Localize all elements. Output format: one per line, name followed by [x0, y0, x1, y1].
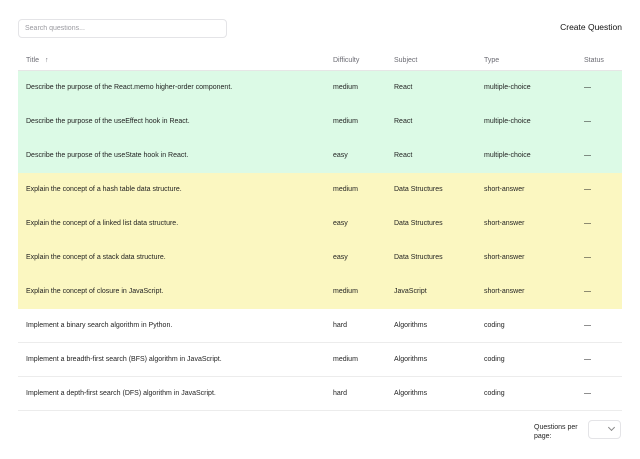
row-subject: Algorithms: [394, 390, 428, 397]
table-row[interactable]: Explain the concept of a hash table data…: [18, 173, 622, 207]
row-type: coding: [484, 356, 505, 363]
row-subject: React: [394, 84, 413, 91]
row-title: Implement a binary search algorithm in P…: [26, 322, 173, 329]
row-type: coding: [484, 390, 505, 397]
row-subject: Data Structures: [394, 254, 443, 261]
chevron-down-icon: [607, 423, 616, 432]
arrow-up-icon[interactable]: ↑: [45, 57, 49, 64]
questions-per-page-select[interactable]: [588, 420, 621, 439]
table-body: Describe the purpose of the React.memo h…: [18, 71, 622, 411]
row-title: Describe the purpose of the useEffect ho…: [26, 118, 190, 125]
column-header-type[interactable]: Type: [484, 57, 572, 64]
table-row[interactable]: Explain the concept of closure in JavaSc…: [18, 275, 622, 309]
row-status: —: [584, 186, 591, 193]
row-type: short-answer: [484, 288, 525, 295]
row-status: —: [584, 390, 591, 397]
table-row[interactable]: Describe the purpose of the useState hoo…: [18, 139, 622, 173]
column-header-title-label: Title: [26, 57, 39, 64]
row-type: short-answer: [484, 186, 525, 193]
table-row[interactable]: Explain the concept of a stack data stru…: [18, 241, 622, 275]
row-title: Describe the purpose of the useState hoo…: [26, 152, 189, 159]
column-header-subject[interactable]: Subject: [394, 57, 484, 64]
row-status: —: [584, 220, 591, 227]
create-question-button[interactable]: Create Question: [560, 22, 622, 32]
row-status: —: [584, 152, 591, 159]
row-status: —: [584, 288, 591, 295]
questions-table: Title ↑ Difficulty Subject Type Status De…: [18, 51, 622, 411]
column-header-status[interactable]: Status: [572, 57, 622, 64]
row-difficulty: easy: [333, 152, 348, 159]
row-status: —: [584, 118, 591, 125]
row-difficulty: easy: [333, 220, 348, 227]
row-difficulty: medium: [333, 118, 358, 125]
row-subject: JavaScript: [394, 288, 427, 295]
row-type: short-answer: [484, 220, 525, 227]
table-header: Title ↑ Difficulty Subject Type Status: [18, 51, 622, 71]
row-status: —: [584, 322, 591, 329]
row-status: —: [584, 356, 591, 363]
row-difficulty: hard: [333, 322, 348, 329]
row-type: multiple-choice: [484, 152, 531, 159]
row-type: short-answer: [484, 254, 525, 261]
row-subject: Algorithms: [394, 356, 428, 363]
row-subject: Data Structures: [394, 186, 443, 193]
row-subject: React: [394, 118, 413, 125]
questions-page: Create Question Title ↑ Difficulty Subjec…: [0, 0, 640, 459]
column-header-difficulty[interactable]: Difficulty: [333, 57, 394, 64]
row-difficulty: hard: [333, 390, 348, 397]
row-status: —: [584, 254, 591, 261]
row-subject: Algorithms: [394, 322, 428, 329]
table-row[interactable]: Implement a breadth-first search (BFS) a…: [18, 343, 622, 377]
row-title: Implement a breadth-first search (BFS) a…: [26, 356, 222, 363]
row-type: coding: [484, 322, 505, 329]
row-title: Explain the concept of a hash table data…: [26, 186, 182, 193]
row-title: Implement a depth-first search (DFS) alg…: [26, 390, 216, 397]
row-type: multiple-choice: [484, 84, 531, 91]
row-title: Explain the concept of closure in JavaSc…: [26, 288, 164, 295]
table-row[interactable]: Implement a binary search algorithm in P…: [18, 309, 622, 343]
row-status: —: [584, 84, 591, 91]
search-input[interactable]: [18, 19, 227, 38]
column-header-title[interactable]: Title ↑: [18, 57, 333, 64]
questions-per-page-label: Questions per page:: [534, 424, 578, 440]
row-title: Explain the concept of a linked list dat…: [26, 220, 179, 227]
row-title: Explain the concept of a stack data stru…: [26, 254, 166, 261]
row-difficulty: medium: [333, 356, 358, 363]
table-row[interactable]: Implement a depth-first search (DFS) alg…: [18, 377, 622, 411]
row-subject: React: [394, 152, 413, 159]
row-subject: Data Structures: [394, 220, 443, 227]
row-difficulty: easy: [333, 254, 348, 261]
table-row[interactable]: Describe the purpose of the useEffect ho…: [18, 105, 622, 139]
table-row[interactable]: Explain the concept of a linked list dat…: [18, 207, 622, 241]
row-type: multiple-choice: [484, 118, 531, 125]
row-difficulty: medium: [333, 288, 358, 295]
row-difficulty: medium: [333, 84, 358, 91]
table-row[interactable]: Describe the purpose of the React.memo h…: [18, 71, 622, 105]
row-title: Describe the purpose of the React.memo h…: [26, 84, 233, 91]
row-difficulty: medium: [333, 186, 358, 193]
